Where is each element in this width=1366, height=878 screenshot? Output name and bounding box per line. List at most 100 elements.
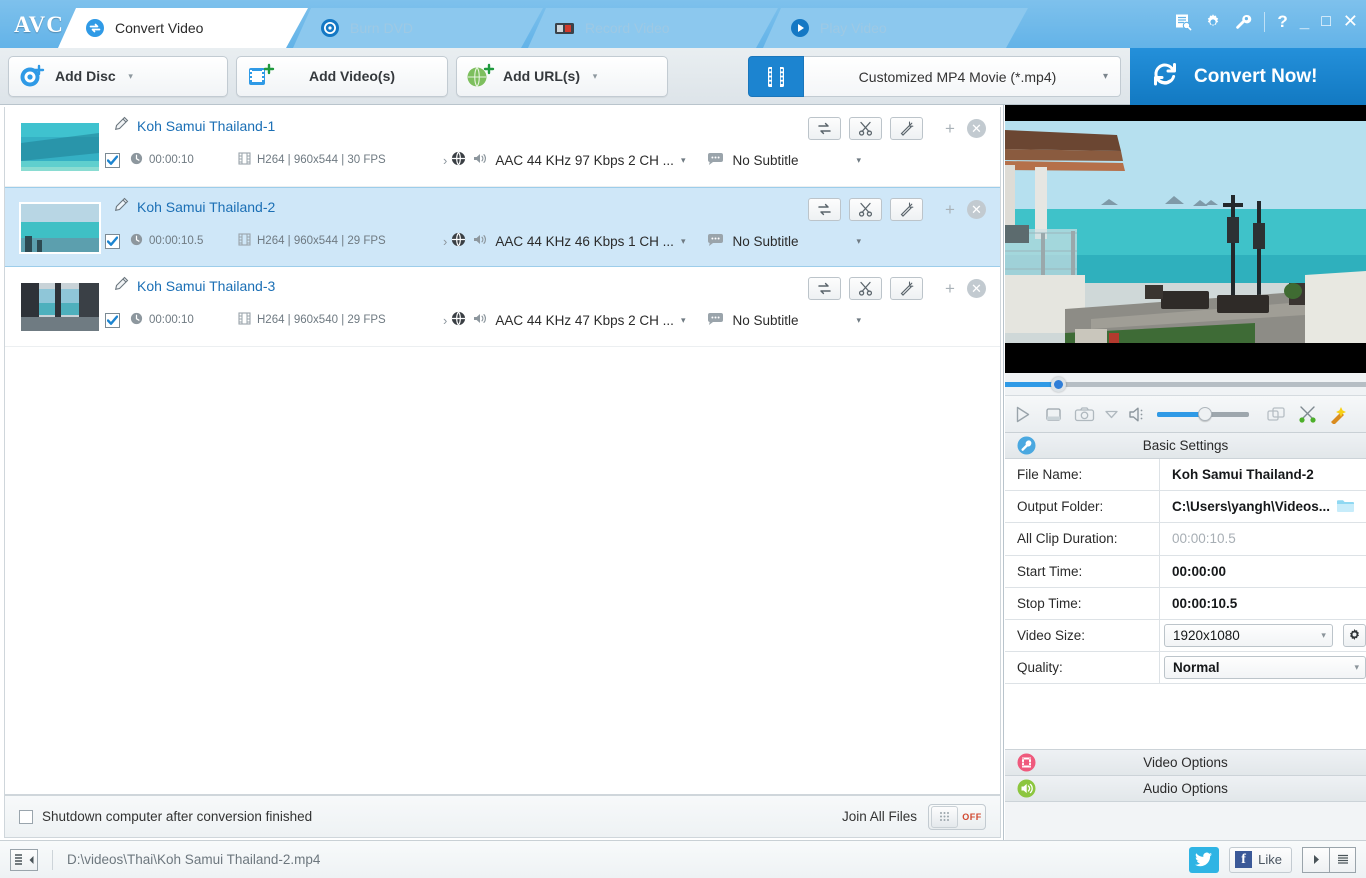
chevron-down-icon[interactable]: ▾ xyxy=(580,71,610,82)
swap-arrows-icon[interactable] xyxy=(808,277,841,300)
facebook-like-button[interactable]: f Like xyxy=(1229,846,1292,873)
video-size-gear-icon[interactable] xyxy=(1342,624,1366,648)
scissors-icon[interactable] xyxy=(849,277,882,300)
minimize-button[interactable]: _ xyxy=(1300,13,1309,30)
setting-value[interactable]: C:\Users\yangh\Videos... xyxy=(1172,499,1330,514)
setting-value[interactable]: Koh Samui Thailand-2 xyxy=(1160,467,1366,482)
add-videos-button[interactable]: Add Video(s) xyxy=(236,55,448,97)
chevron-down-icon[interactable]: ▾ xyxy=(681,236,686,247)
list-toggle-icon[interactable] xyxy=(10,848,38,871)
chevron-down-icon[interactable]: ▾ xyxy=(681,155,686,166)
scissors-icon[interactable] xyxy=(849,117,882,140)
convert-now-button[interactable]: Convert Now! xyxy=(1130,48,1366,105)
audio-track-select[interactable]: AAC 44 KHz 46 Kbps 1 CH ... ▾ xyxy=(451,232,685,250)
file-checkbox[interactable] xyxy=(105,152,120,168)
fullscreen-icon[interactable] xyxy=(1264,402,1288,426)
add-row-button[interactable]: + xyxy=(941,119,959,139)
audio-track-select[interactable]: AAC 44 KHz 97 Kbps 2 CH ... ▾ xyxy=(451,151,685,169)
basic-settings-header[interactable]: Basic Settings xyxy=(1005,433,1366,459)
list-note-icon[interactable] xyxy=(1174,13,1192,31)
file-checkbox[interactable] xyxy=(105,312,120,328)
file-checkbox[interactable] xyxy=(105,233,120,249)
table-row[interactable]: Koh Samui Thailand-1 00:00:10 H264 | 960… xyxy=(5,107,1000,187)
magic-wand-icon[interactable] xyxy=(890,198,923,221)
quality-select[interactable]: Normal ▾ xyxy=(1164,656,1366,680)
magic-wand-icon[interactable] xyxy=(890,117,923,140)
seek-handle[interactable] xyxy=(1051,377,1066,392)
snapshot-menu-caret-icon[interactable] xyxy=(1103,402,1119,426)
add-row-button[interactable]: + xyxy=(941,279,959,299)
add-row-button[interactable]: + xyxy=(941,200,959,220)
close-button[interactable]: ✕ xyxy=(1343,11,1358,32)
camera-icon[interactable] xyxy=(1072,402,1096,426)
subtitle-select[interactable]: No Subtitle ▾ xyxy=(707,312,861,329)
folder-icon[interactable] xyxy=(1336,498,1355,516)
table-row[interactable]: Koh Samui Thailand-2 00:00:10.5 H264 | 9… xyxy=(5,187,1000,267)
wrench-icon[interactable] xyxy=(1234,13,1252,31)
file-name-edit[interactable]: Koh Samui Thailand-1 xyxy=(113,116,275,135)
speaker-icon[interactable] xyxy=(1126,402,1150,426)
video-info: H264 | 960x544 | 29 FPS xyxy=(238,233,443,249)
subtitle-select[interactable]: No Subtitle ▾ xyxy=(707,233,861,250)
file-list[interactable]: Koh Samui Thailand-1 00:00:10 H264 | 960… xyxy=(4,107,1001,795)
video-options-header[interactable]: Video Options xyxy=(1005,750,1366,777)
pencil-icon[interactable] xyxy=(113,276,129,295)
add-urls-button[interactable]: Add URL(s) ▾ xyxy=(456,55,668,97)
lines-icon[interactable] xyxy=(1329,847,1355,872)
add-disc-button[interactable]: Add Disc ▾ xyxy=(8,55,228,97)
remove-row-button[interactable]: ✕ xyxy=(967,119,986,138)
seek-bar[interactable] xyxy=(1005,373,1366,395)
maximize-button[interactable]: □ xyxy=(1321,13,1331,31)
stop-icon[interactable] xyxy=(1041,402,1065,426)
play-small-icon[interactable] xyxy=(1303,847,1329,872)
table-row[interactable]: Koh Samui Thailand-3 00:00:10 H264 | 960… xyxy=(5,267,1000,347)
chevron-down-icon[interactable]: ▾ xyxy=(116,71,146,82)
swap-arrows-icon[interactable] xyxy=(808,117,841,140)
video-size-select[interactable]: 1920x1080 ▾ xyxy=(1164,624,1333,648)
magic-wand-icon[interactable] xyxy=(890,277,923,300)
pencil-icon[interactable] xyxy=(113,197,129,216)
twitter-icon[interactable] xyxy=(1189,846,1220,873)
tab-burn-dvd[interactable]: Burn DVD xyxy=(293,8,543,48)
tab-convert-video[interactable]: Convert Video xyxy=(58,8,308,48)
file-name-edit[interactable]: Koh Samui Thailand-3 xyxy=(113,276,275,295)
audio-track-select[interactable]: AAC 44 KHz 47 Kbps 2 CH ... ▾ xyxy=(451,311,685,329)
scissors-icon[interactable] xyxy=(849,198,882,221)
chevron-down-icon[interactable]: ▾ xyxy=(1103,71,1108,82)
help-button[interactable]: ? xyxy=(1277,12,1287,32)
remove-row-button[interactable]: ✕ xyxy=(967,200,986,219)
swap-arrows-icon[interactable] xyxy=(808,198,841,221)
join-all-files-toggle[interactable]: OFF xyxy=(928,803,986,830)
checkbox-box[interactable] xyxy=(19,809,33,824)
setting-quality: Quality: Normal ▾ xyxy=(1005,652,1366,685)
preview-settings-pane: Basic Settings File Name: Koh Samui Thai… xyxy=(1005,105,1366,840)
remove-row-button[interactable]: ✕ xyxy=(967,279,986,298)
setting-all-clip-duration: All Clip Duration: 00:00:10.5 xyxy=(1005,523,1366,556)
chevron-down-icon[interactable]: ▾ xyxy=(857,155,862,166)
magic-wand-yellow-icon[interactable] xyxy=(1326,402,1350,426)
tab-record-video[interactable]: Record Video xyxy=(528,8,778,48)
video-preview[interactable] xyxy=(1005,105,1366,373)
main-area: Koh Samui Thailand-1 00:00:10 H264 | 960… xyxy=(0,105,1366,840)
chevron-down-icon[interactable]: ▾ xyxy=(1321,630,1326,641)
shutdown-checkbox[interactable]: Shutdown computer after conversion finis… xyxy=(19,809,312,824)
volume-slider[interactable] xyxy=(1157,406,1249,422)
setting-value: 00:00:10.5 xyxy=(1172,531,1236,547)
play-icon[interactable] xyxy=(1010,402,1034,426)
setting-value[interactable]: 00:00:00 xyxy=(1160,564,1366,579)
file-name-edit[interactable]: Koh Samui Thailand-2 xyxy=(113,197,275,216)
chevron-down-icon[interactable]: ▾ xyxy=(857,236,862,247)
pencil-icon[interactable] xyxy=(113,116,129,135)
subtitle-select[interactable]: No Subtitle ▾ xyxy=(707,152,861,169)
chevron-down-icon[interactable]: ▾ xyxy=(681,315,686,326)
audio-globe-icon xyxy=(451,151,466,169)
setting-value[interactable]: 00:00:10.5 xyxy=(1160,596,1366,611)
volume-handle[interactable] xyxy=(1198,407,1212,421)
audio-options-header[interactable]: Audio Options xyxy=(1005,776,1366,803)
profile-select[interactable]: Customized MP4 Movie (*.mp4) ▾ xyxy=(804,56,1121,97)
chevron-down-icon[interactable]: ▾ xyxy=(1354,662,1359,673)
gear-icon[interactable] xyxy=(1204,13,1222,31)
chevron-down-icon[interactable]: ▾ xyxy=(857,315,862,326)
tab-play-video[interactable]: Play Video xyxy=(763,8,1028,48)
scissors-green-icon[interactable] xyxy=(1295,402,1319,426)
